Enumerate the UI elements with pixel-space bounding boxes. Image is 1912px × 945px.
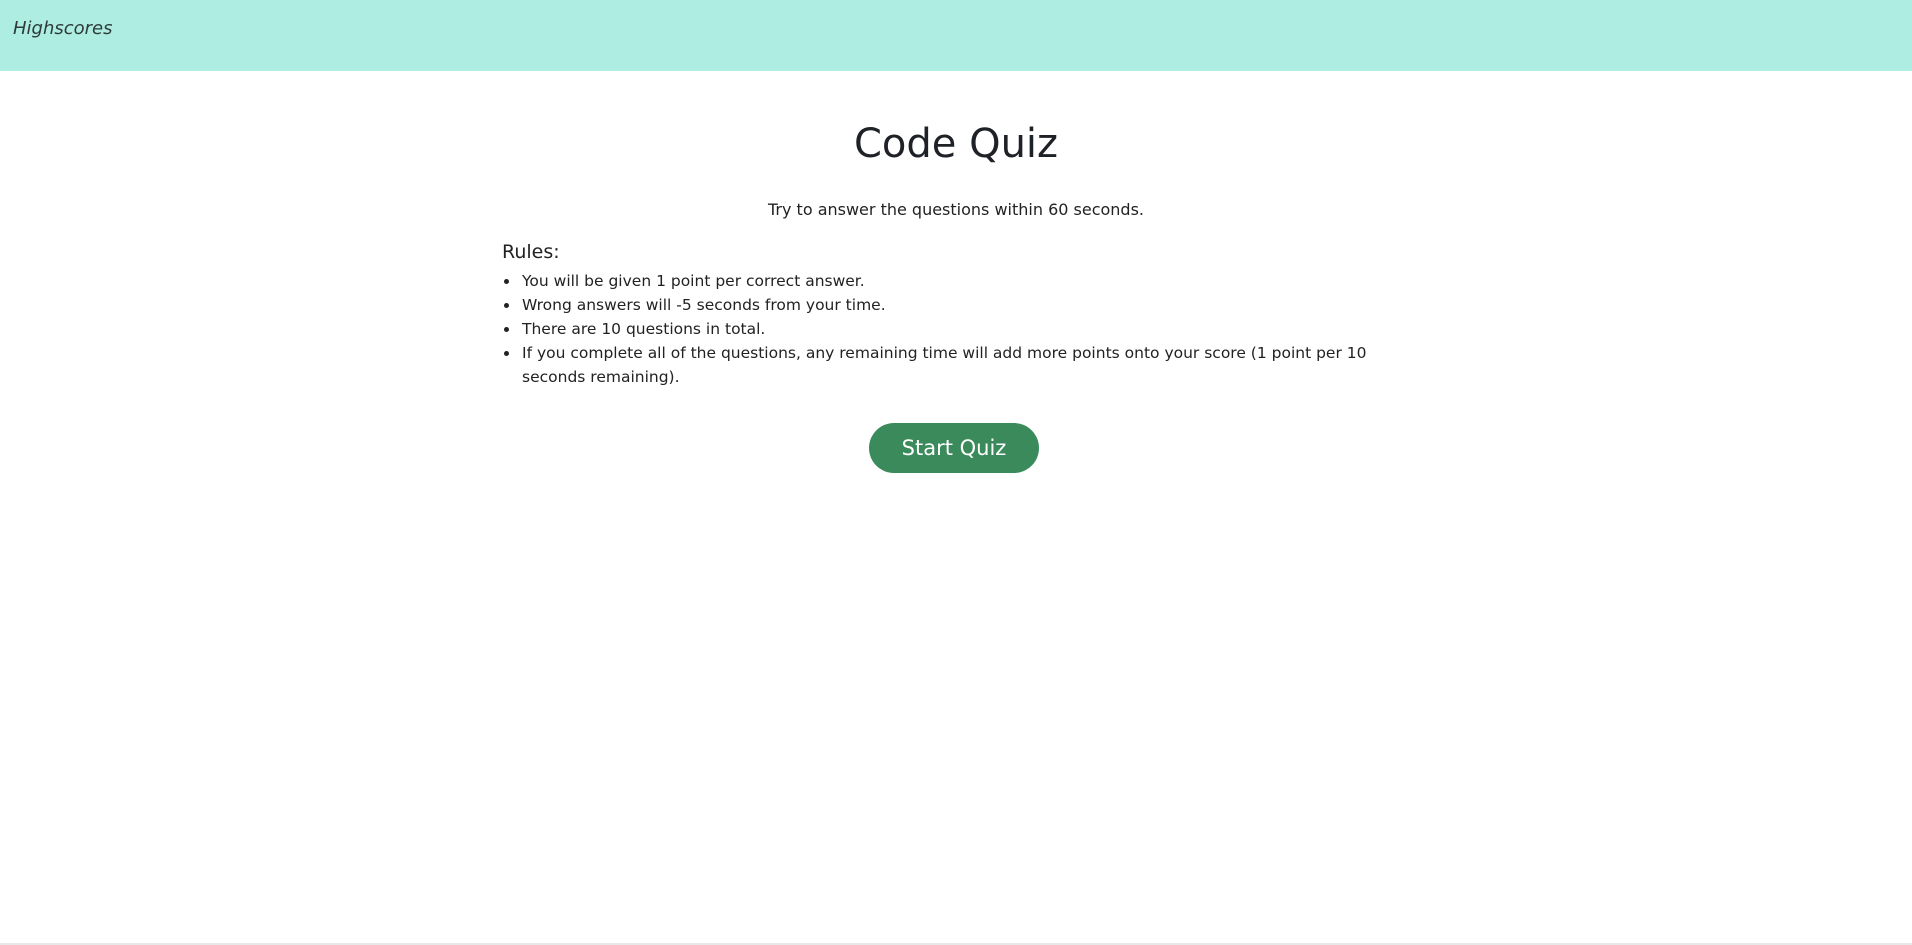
quiz-subtitle: Try to answer the questions within 60 se…: [767, 200, 1144, 219]
rules-heading: Rules:: [502, 241, 560, 263]
top-bar: Highscores: [0, 0, 1912, 71]
highscores-link[interactable]: Highscores: [13, 18, 113, 39]
rules-section: Rules: You will be given 1 point per cor…: [502, 241, 1382, 389]
rule-item: There are 10 questions in total.: [504, 317, 1382, 341]
rule-item: If you complete all of the questions, an…: [504, 341, 1382, 389]
page-title: Code Quiz: [853, 121, 1059, 167]
rule-item: You will be given 1 point per correct an…: [504, 269, 1382, 293]
start-quiz-button[interactable]: Start Quiz: [869, 423, 1039, 473]
rules-list: You will be given 1 point per correct an…: [502, 269, 1382, 389]
rule-item: Wrong answers will -5 seconds from your …: [504, 293, 1382, 317]
